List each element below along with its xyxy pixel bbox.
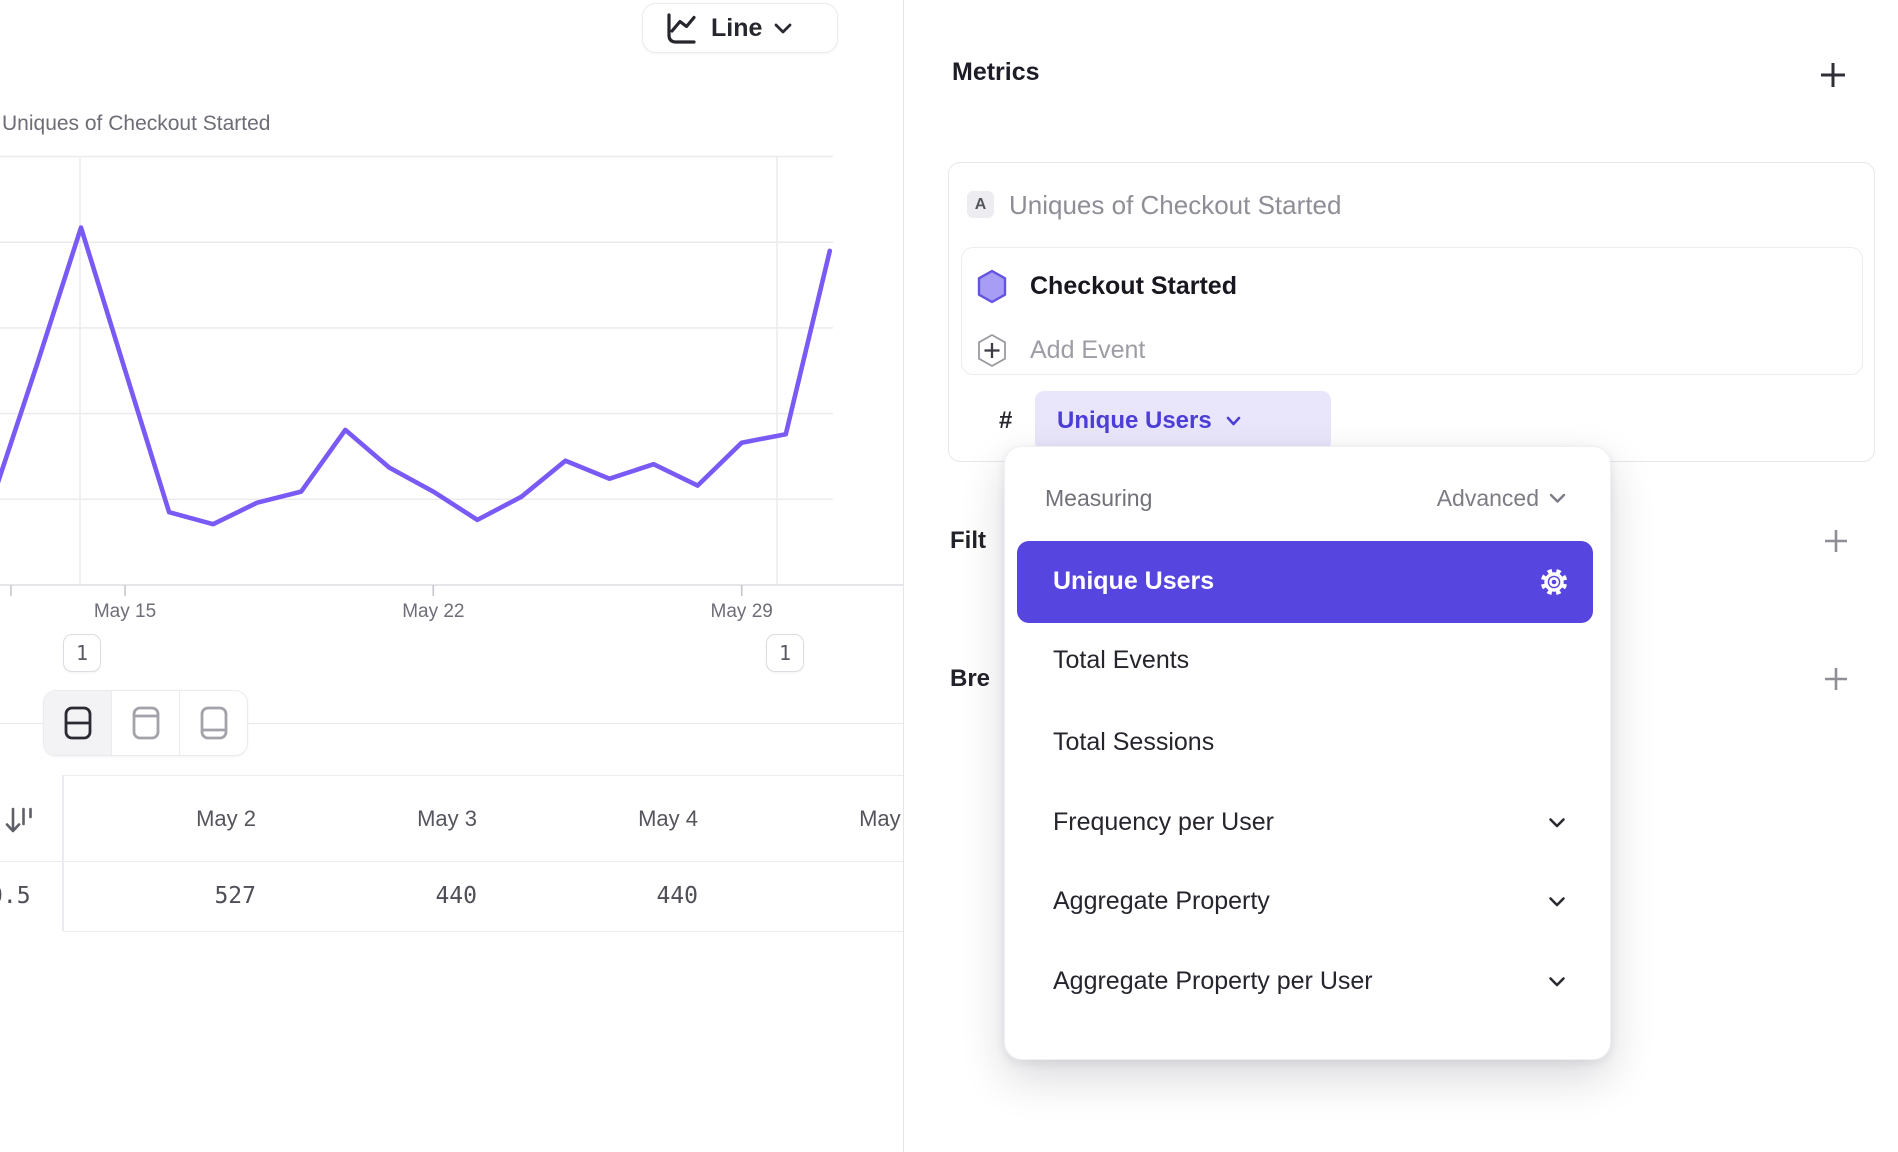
measuring-option-label: Unique Users bbox=[1053, 567, 1214, 596]
x-tick-label: May 22 bbox=[385, 601, 481, 623]
event-hexagon-icon bbox=[976, 269, 1008, 304]
x-tick-label: May 15 bbox=[77, 601, 173, 623]
breakdowns-section-label: Bre bbox=[950, 665, 990, 693]
series-line bbox=[0, 228, 830, 525]
measuring-option-aggregate-property[interactable]: Aggregate Property bbox=[1053, 887, 1270, 916]
table-border bbox=[63, 931, 903, 932]
metrics-section-title: Metrics bbox=[952, 58, 1040, 87]
measuring-option-aggregate-property-per-user[interactable]: Aggregate Property per User bbox=[1053, 967, 1373, 996]
metrics-panel: Metrics A Uniques of Checkout Started Ch… bbox=[904, 0, 1898, 1152]
table-value-cell: 440 bbox=[284, 883, 477, 911]
gear-icon[interactable] bbox=[1535, 563, 1573, 601]
metric-letter-badge: A bbox=[967, 191, 994, 218]
event-card: Checkout Started Add Event bbox=[961, 247, 1863, 375]
event-name: Checkout Started bbox=[1030, 272, 1237, 301]
chevron-down-icon bbox=[1548, 976, 1566, 988]
table-border bbox=[63, 775, 903, 776]
pagination-badge-left[interactable]: 1 bbox=[63, 634, 101, 672]
measuring-dropdown-menu: Measuring Advanced Unique Users Total Eve… bbox=[1004, 446, 1611, 1060]
measurement-selector-pill[interactable]: Unique Users bbox=[1035, 391, 1331, 451]
chevron-down-icon bbox=[1548, 817, 1566, 829]
measuring-option-selected[interactable]: Unique Users bbox=[1017, 541, 1593, 623]
layout-table-view-button[interactable] bbox=[179, 691, 247, 755]
measuring-option-total-events[interactable]: Total Events bbox=[1053, 646, 1189, 675]
add-event-button[interactable]: Add Event bbox=[962, 320, 1862, 380]
chart-panel: Line Uniques of Checkout Started May 15M… bbox=[0, 0, 903, 1152]
plus-icon bbox=[1822, 665, 1850, 693]
pagination-badge-right[interactable]: 1 bbox=[766, 634, 804, 672]
chevron-down-icon bbox=[1226, 416, 1241, 426]
layout-split-view-button[interactable] bbox=[44, 691, 111, 755]
advanced-label: Advanced bbox=[1437, 485, 1539, 512]
top-bar-view-icon bbox=[131, 704, 161, 742]
table-value-cell: 440 bbox=[505, 883, 698, 911]
measuring-header-label: Measuring bbox=[1045, 485, 1152, 512]
event-row-checkout-started[interactable]: Checkout Started bbox=[962, 256, 1862, 316]
expand-chevron bbox=[1548, 817, 1566, 829]
metric-card[interactable]: A Uniques of Checkout Started Checkout S… bbox=[948, 162, 1875, 462]
advanced-mode-selector[interactable]: Advanced bbox=[1437, 485, 1566, 512]
metric-name: Uniques of Checkout Started bbox=[1009, 190, 1341, 221]
bottom-bar-view-icon bbox=[199, 704, 229, 742]
table-value-cell: 527 bbox=[63, 883, 256, 911]
add-breakdown-button[interactable] bbox=[1822, 665, 1850, 693]
table-header-cell[interactable]: May 4 bbox=[505, 806, 698, 834]
measuring-option-frequency-per-user[interactable]: Frequency per User bbox=[1053, 808, 1274, 837]
table-value-cell: 51 bbox=[726, 883, 903, 911]
plus-icon bbox=[1822, 527, 1850, 555]
add-event-label: Add Event bbox=[1030, 336, 1145, 365]
chevron-down-icon bbox=[1549, 493, 1566, 504]
plus-icon bbox=[1818, 60, 1848, 90]
layout-toggle-group bbox=[43, 690, 248, 756]
table-header-cell[interactable]: May 5 bbox=[726, 806, 903, 834]
add-metric-button[interactable] bbox=[1818, 60, 1848, 90]
expand-chevron bbox=[1548, 976, 1566, 988]
split-view-icon bbox=[63, 704, 93, 742]
data-table: 0.5 May 2 527 May 3 440 May 4 440 May 5 51 bbox=[0, 775, 903, 932]
layout-chart-view-button[interactable] bbox=[111, 691, 179, 755]
table-header-cell[interactable]: May 2 bbox=[63, 806, 256, 834]
measuring-option-total-sessions[interactable]: Total Sessions bbox=[1053, 728, 1214, 757]
filters-section-label: Filt bbox=[950, 527, 986, 555]
add-filter-button[interactable] bbox=[1822, 527, 1850, 555]
chevron-down-icon bbox=[1548, 896, 1566, 908]
expand-chevron bbox=[1548, 896, 1566, 908]
table-border bbox=[0, 861, 903, 862]
count-type-symbol[interactable]: # bbox=[999, 407, 1012, 435]
line-chart-canvas bbox=[0, 0, 903, 660]
line-chart[interactable]: May 15 May 22 May 29 bbox=[0, 0, 903, 660]
x-tick-label: May 29 bbox=[694, 601, 790, 623]
table-row-label: 0.5 bbox=[0, 883, 31, 909]
sort-descending-icon[interactable] bbox=[2, 804, 36, 838]
table-header-cell[interactable]: May 3 bbox=[284, 806, 477, 834]
measurement-label: Unique Users bbox=[1057, 407, 1212, 435]
add-event-hexagon-plus-icon bbox=[976, 333, 1008, 368]
